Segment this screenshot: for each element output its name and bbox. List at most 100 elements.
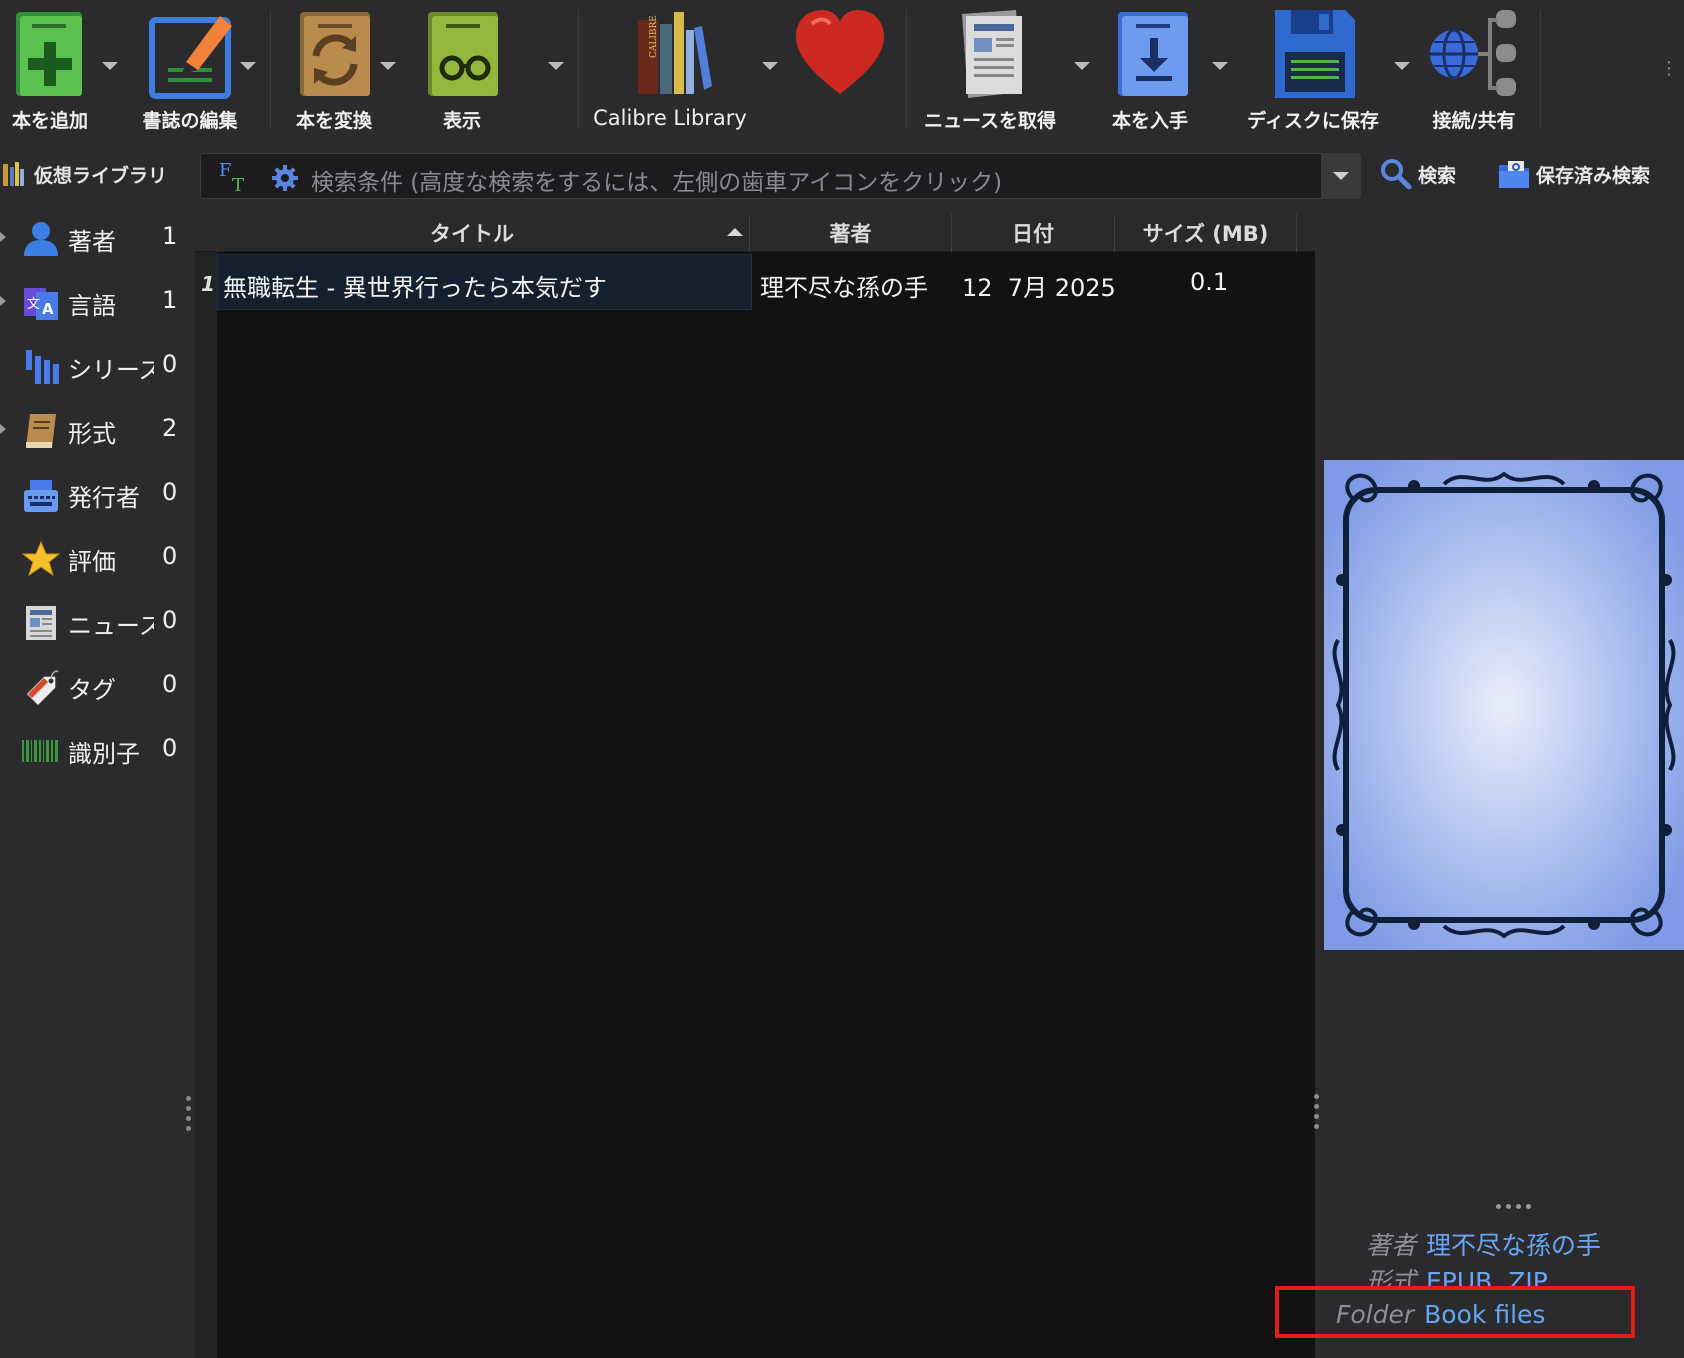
search-input[interactable]: F T 検索条件 (高度な検索をするには、左側の歯車アイコンをクリック) — [200, 153, 1325, 199]
book-title-cell[interactable]: 無職転生 - 異世界行ったら本気だす — [223, 268, 607, 303]
main-toolbar: 本を追加 書誌の編集 本を変換 表示 CALIBRE Calibre Libra… — [0, 0, 1684, 140]
column-header-title[interactable]: タイトル — [195, 214, 750, 252]
gear-icon[interactable] — [271, 164, 299, 192]
news-icon — [26, 606, 56, 640]
details-author-row: 著者 理不尽な孫の手 — [1366, 1226, 1601, 1262]
sort-ascending-icon — [727, 228, 743, 236]
language-icon: 文 A — [24, 288, 58, 320]
expand-arrow-icon[interactable] — [0, 296, 6, 306]
saved-searches-button[interactable]: 保存済み検索 — [1498, 156, 1650, 192]
save-to-disk-button[interactable]: ディスクに保存 — [1246, 0, 1380, 136]
expand-arrow-icon[interactable] — [0, 232, 6, 242]
toolbar-separator — [578, 10, 579, 128]
tag-category-identifiers[interactable]: 識別子 0 — [0, 722, 190, 778]
category-count: 2 — [162, 414, 178, 442]
fetch-news-dropdown-arrow[interactable] — [1074, 62, 1090, 70]
column-header-author-label: 著者 — [829, 222, 872, 246]
book-size-cell[interactable]: 0.1 — [1190, 268, 1228, 296]
tag-icon — [24, 670, 59, 706]
calibre-library-button[interactable]: CALIBRE Calibre Library — [588, 0, 752, 136]
svg-text:CALIBRE: CALIBRE — [649, 15, 659, 58]
view-label: 表示 — [442, 110, 481, 132]
connect-share-button[interactable]: 接続/共有 — [1416, 0, 1532, 136]
tag-category-tags[interactable]: タグ 0 — [0, 658, 190, 714]
saved-search-folder-icon — [1499, 161, 1529, 188]
category-name: ニュース — [68, 612, 154, 640]
library-dropdown-arrow[interactable] — [762, 62, 778, 70]
column-header-date[interactable]: 日付 — [952, 214, 1115, 252]
category-name: 発行者 — [68, 484, 140, 512]
barcode-icon — [22, 740, 58, 762]
convert-books-button[interactable]: 本を変換 — [284, 0, 384, 136]
category-count: 0 — [162, 350, 178, 378]
splitter-handle[interactable] — [1314, 1094, 1320, 1134]
svg-text:文: 文 — [27, 297, 40, 312]
heart-icon — [796, 10, 884, 94]
full-text-search-icon[interactable]: F T — [219, 160, 251, 194]
category-count: 0 — [162, 670, 178, 698]
tag-category-series[interactable]: シリーズ 0 — [0, 338, 190, 394]
get-books-button[interactable]: 本を入手 — [1100, 0, 1200, 136]
book-list: タイトル 著者 日付 サイズ (MB) 1 無職転生 - 異世界行ったら本気だす… — [195, 214, 1315, 1358]
add-books-dropdown-arrow[interactable] — [102, 62, 118, 70]
category-name: 識別子 — [68, 740, 140, 768]
view-dropdown-arrow[interactable] — [548, 62, 564, 70]
column-header-author[interactable]: 著者 — [750, 214, 952, 252]
splitter-handle-horizontal[interactable] — [1496, 1204, 1531, 1209]
person-icon — [24, 222, 58, 256]
category-name: シリーズ — [68, 356, 154, 384]
library-books-icon: CALIBRE — [638, 12, 712, 94]
virtual-library-button[interactable]: 仮想ライブラリ — [2, 158, 167, 190]
floppy-disk-icon — [1275, 10, 1355, 98]
fetch-news-label: ニュースを取得 — [923, 110, 1057, 132]
connect-share-label: 接続/共有 — [1432, 110, 1516, 132]
globe-network-icon — [1430, 10, 1516, 96]
book-cover-image[interactable] — [1324, 460, 1684, 950]
star-icon — [22, 540, 60, 577]
convert-book-icon — [300, 12, 370, 96]
tag-category-authors[interactable]: 著者 1 — [0, 210, 190, 266]
toolbar-separator — [270, 10, 271, 128]
toolbar-separator — [906, 10, 907, 128]
add-books-button[interactable]: 本を追加 — [0, 0, 100, 136]
fetch-news-button[interactable]: ニュースを取得 — [920, 0, 1060, 136]
donate-button[interactable] — [790, 0, 890, 136]
tag-category-rating[interactable]: 評価 0 — [0, 530, 190, 586]
search-button[interactable]: 検索 — [1380, 156, 1456, 192]
details-formats-link[interactable]: EPUB, ZIP — [1426, 1267, 1548, 1288]
column-header-size[interactable]: サイズ (MB) — [1115, 214, 1297, 252]
tag-category-publishers[interactable]: 発行者 0 — [0, 466, 190, 522]
get-books-dropdown-arrow[interactable] — [1212, 62, 1228, 70]
tag-category-languages[interactable]: 文 A 言語 1 — [0, 274, 190, 330]
edit-metadata-dropdown-arrow[interactable] — [240, 62, 256, 70]
category-count: 1 — [162, 222, 178, 250]
expand-arrow-icon[interactable] — [0, 424, 6, 434]
save-to-disk-dropdown-arrow[interactable] — [1394, 62, 1410, 70]
book-author-cell[interactable]: 理不尽な孫の手 — [760, 268, 928, 303]
category-name: 評価 — [68, 548, 116, 576]
toolbar-separator — [1540, 10, 1541, 128]
convert-books-label: 本を変換 — [295, 110, 372, 132]
column-header-title-label: タイトル — [430, 222, 514, 246]
search-history-dropdown[interactable] — [1321, 153, 1361, 199]
tag-category-news[interactable]: ニュース 0 — [0, 594, 190, 650]
saved-searches-label: 保存済み検索 — [1536, 164, 1651, 187]
view-button[interactable]: 表示 — [414, 0, 510, 136]
convert-books-dropdown-arrow[interactable] — [380, 62, 396, 70]
category-count: 0 — [162, 542, 178, 570]
book-date-cell[interactable]: 12 7月 2025 — [962, 268, 1116, 303]
details-author-key: 著者 — [1366, 1231, 1417, 1260]
get-books-label: 本を入手 — [1111, 110, 1188, 132]
book-details-panel: 著者 理不尽な孫の手 形式 EPUB, ZIP Folder Book files — [1314, 214, 1684, 1358]
download-book-icon — [1118, 12, 1188, 96]
table-row[interactable]: 1 無職転生 - 異世界行ったら本気だす 理不尽な孫の手 12 7月 2025 … — [195, 254, 1315, 310]
svg-text:A: A — [42, 300, 54, 318]
toolbar-more-icon[interactable]: ⋮ — [1660, 58, 1678, 79]
splitter-handle[interactable] — [186, 1096, 192, 1136]
tag-category-formats[interactable]: 形式 2 — [0, 402, 190, 458]
details-author-link[interactable]: 理不尽な孫の手 — [1426, 1231, 1601, 1260]
edit-metadata-button[interactable]: 書誌の編集 — [132, 0, 248, 136]
search-button-label: 検索 — [1418, 164, 1457, 187]
svg-text:T: T — [232, 175, 244, 194]
search-bar-row: 仮想ライブラリ F T 検索条件 (高度な検索をするには、左側の歯車アイコンをク… — [0, 144, 1684, 204]
